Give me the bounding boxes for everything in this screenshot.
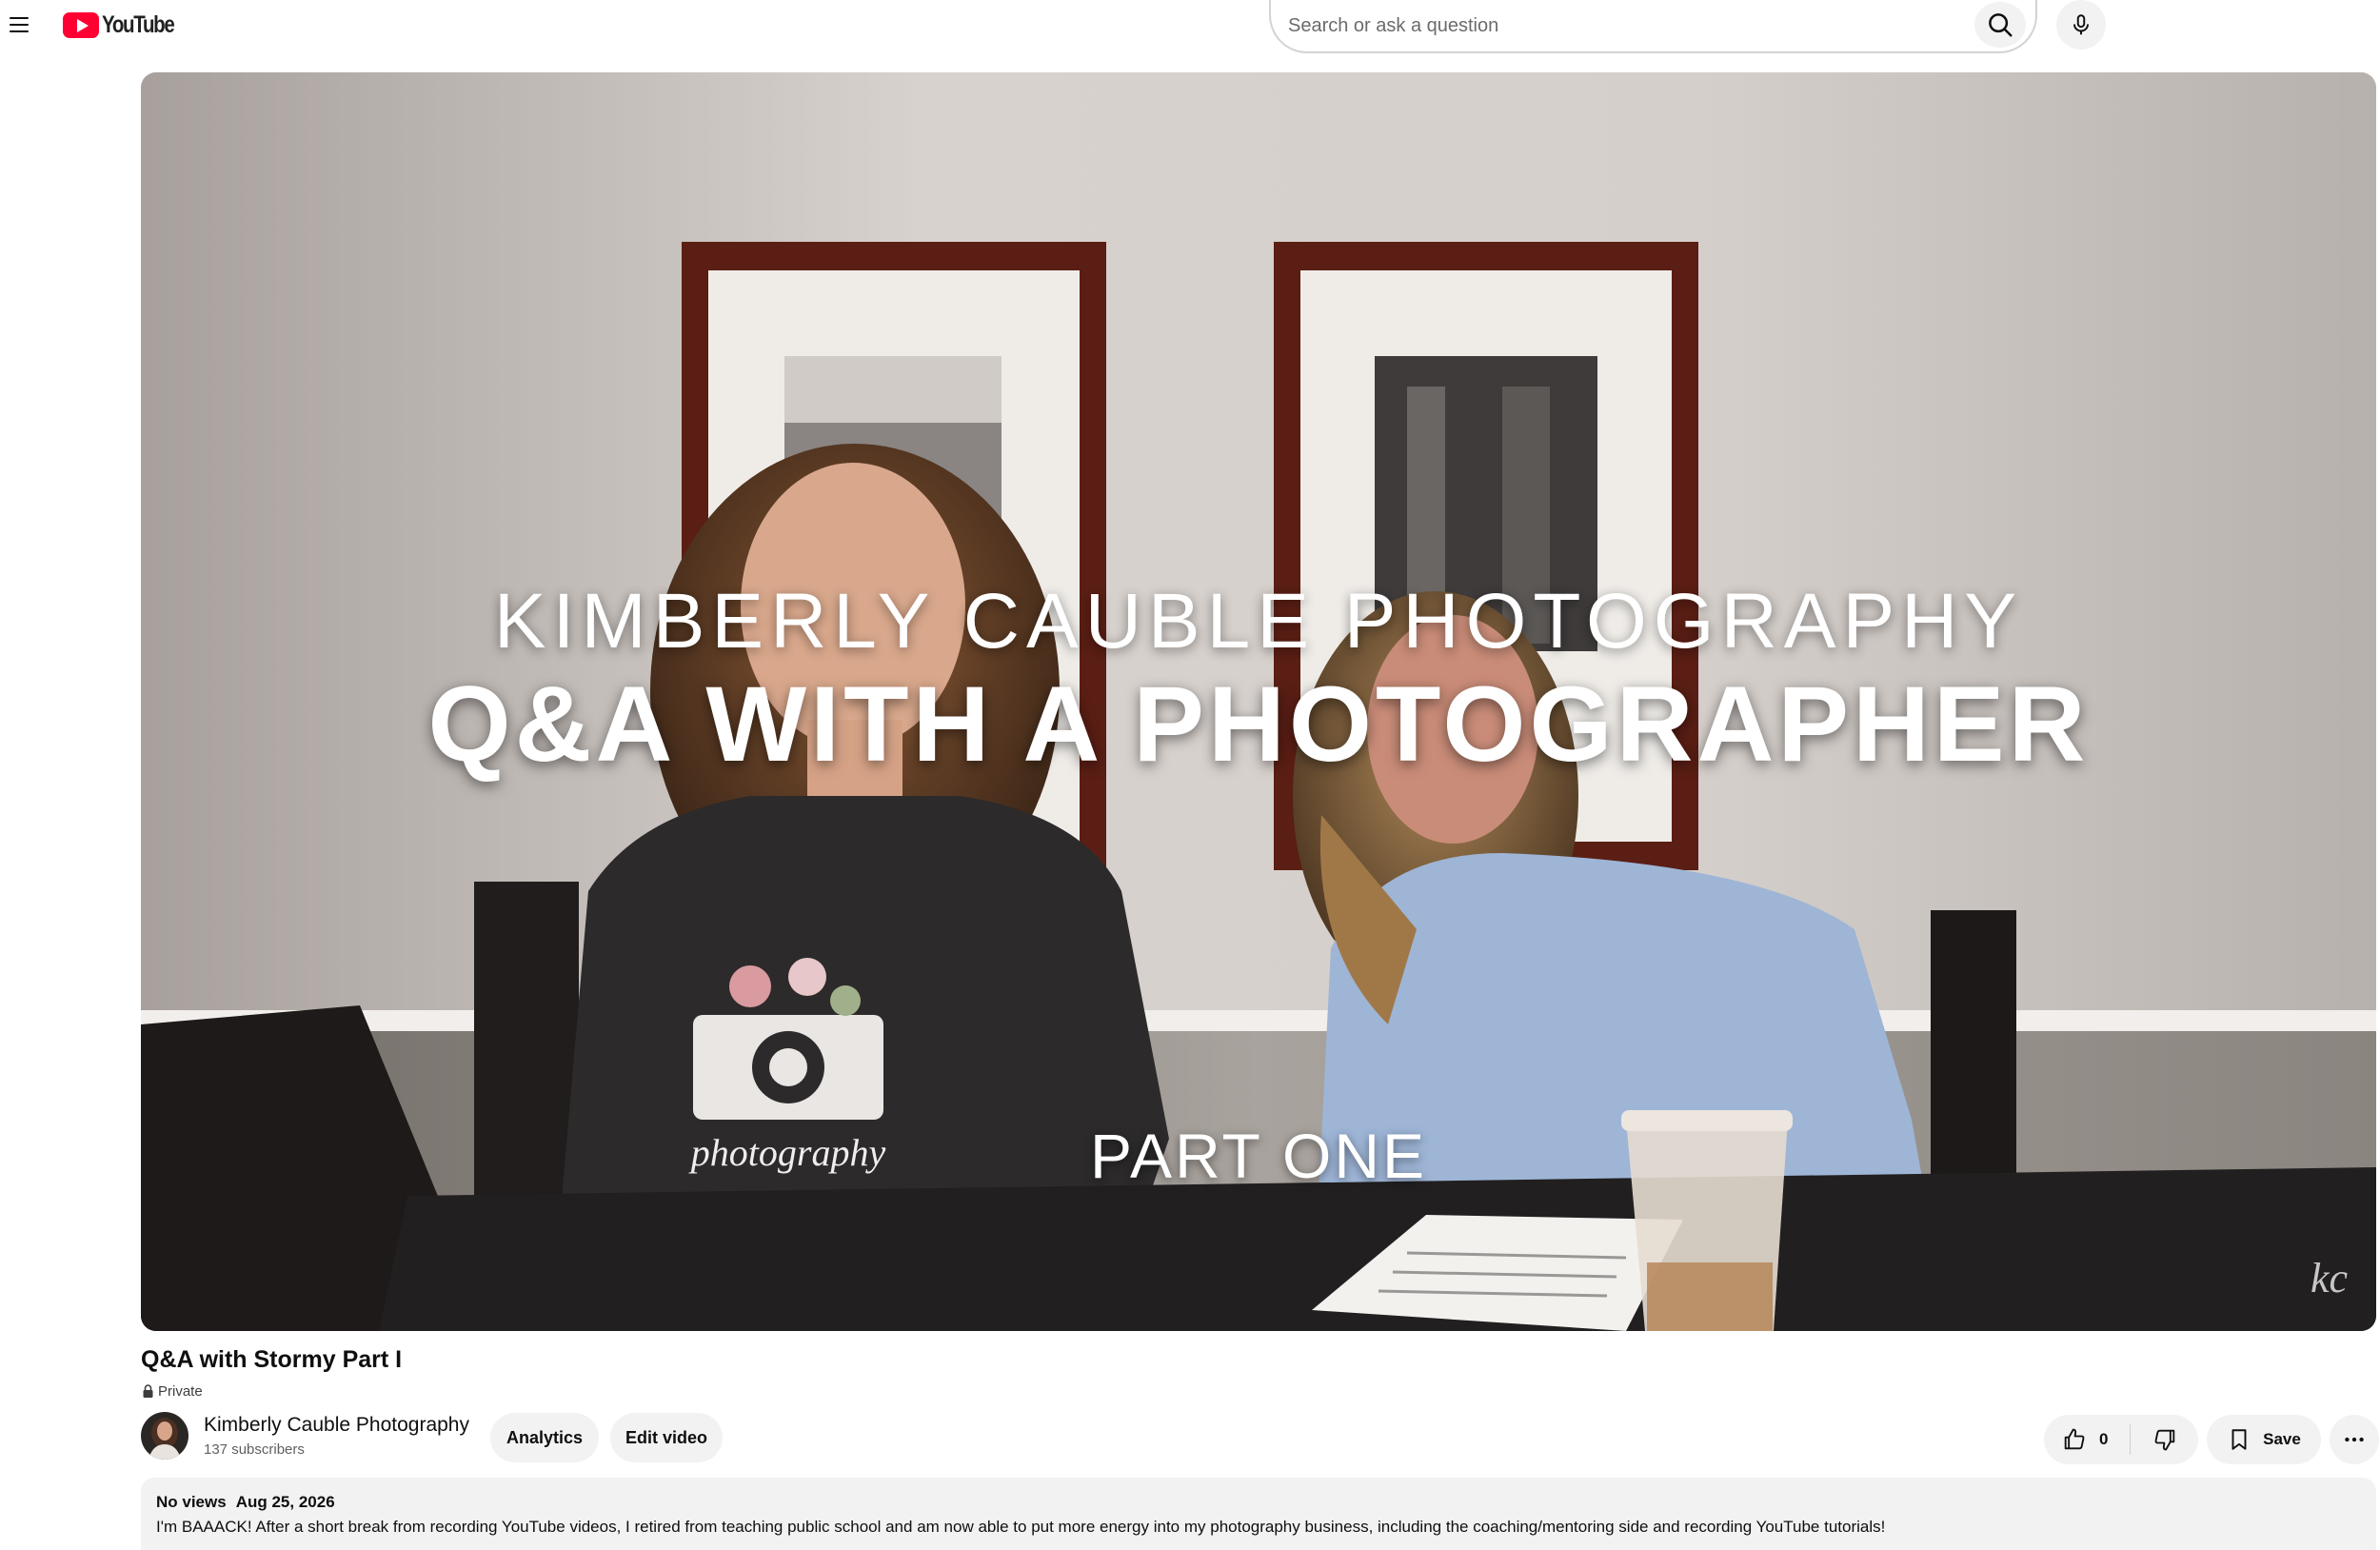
like-dislike-group: 0: [2044, 1415, 2198, 1464]
search-box: [1269, 0, 2037, 53]
save-label: Save: [2263, 1430, 2301, 1448]
analytics-button[interactable]: Analytics: [490, 1413, 599, 1462]
dislike-button[interactable]: [2131, 1415, 2198, 1464]
privacy-label: Private: [158, 1382, 203, 1400]
save-button[interactable]: Save: [2207, 1415, 2321, 1464]
lock-icon: [143, 1384, 153, 1398]
thumbs-down-icon: [2154, 1429, 2174, 1451]
shirt-print: photography: [688, 1131, 886, 1174]
search-button[interactable]: [1974, 2, 2026, 48]
privacy-badge: Private: [142, 1381, 203, 1401]
menu-icon[interactable]: [6, 11, 32, 38]
search-icon: [1989, 13, 2013, 37]
channel-info: Kimberly Cauble Photography 137 subscrib…: [141, 1411, 469, 1461]
channel-avatar[interactable]: [141, 1412, 188, 1460]
youtube-logo-text: YouTube: [102, 10, 175, 38]
description-meta: No views Aug 25, 2026: [156, 1493, 2361, 1512]
youtube-logo-icon: [63, 11, 99, 38]
video-title: Q&A with Stormy Part I: [141, 1346, 403, 1373]
masthead: YouTube: [0, 0, 2380, 53]
channel-name[interactable]: Kimberly Cauble Photography: [204, 1414, 469, 1437]
mic-icon: [2073, 14, 2090, 35]
video-player[interactable]: photography KIMBERLY CAUBLE PHOTOGRAPHY …: [141, 72, 2376, 1331]
more-actions-button[interactable]: [2330, 1415, 2379, 1464]
youtube-logo[interactable]: YouTube: [63, 11, 189, 38]
voice-search-button[interactable]: [2056, 0, 2106, 50]
description-text: I'm BAAACK! After a short break from rec…: [156, 1518, 1886, 1536]
subscriber-count: 137 subscribers: [204, 1441, 305, 1458]
video-frame: photography: [141, 72, 2376, 1331]
like-button[interactable]: 0: [2044, 1415, 2130, 1464]
view-count: No views: [156, 1493, 227, 1511]
channel-meta: Kimberly Cauble Photography 137 subscrib…: [204, 1414, 469, 1458]
search-input[interactable]: [1288, 12, 1935, 39]
bookmark-icon: [2231, 1429, 2247, 1450]
edit-video-button[interactable]: Edit video: [610, 1413, 723, 1462]
upload-date: Aug 25, 2026: [235, 1493, 335, 1511]
like-count: 0: [2099, 1430, 2109, 1448]
more-horiz-icon: [2345, 1437, 2364, 1442]
thumbs-up-icon: [2064, 1428, 2085, 1450]
description-box[interactable]: No views Aug 25, 2026 I'm BAAACK! After a…: [141, 1478, 2376, 1550]
